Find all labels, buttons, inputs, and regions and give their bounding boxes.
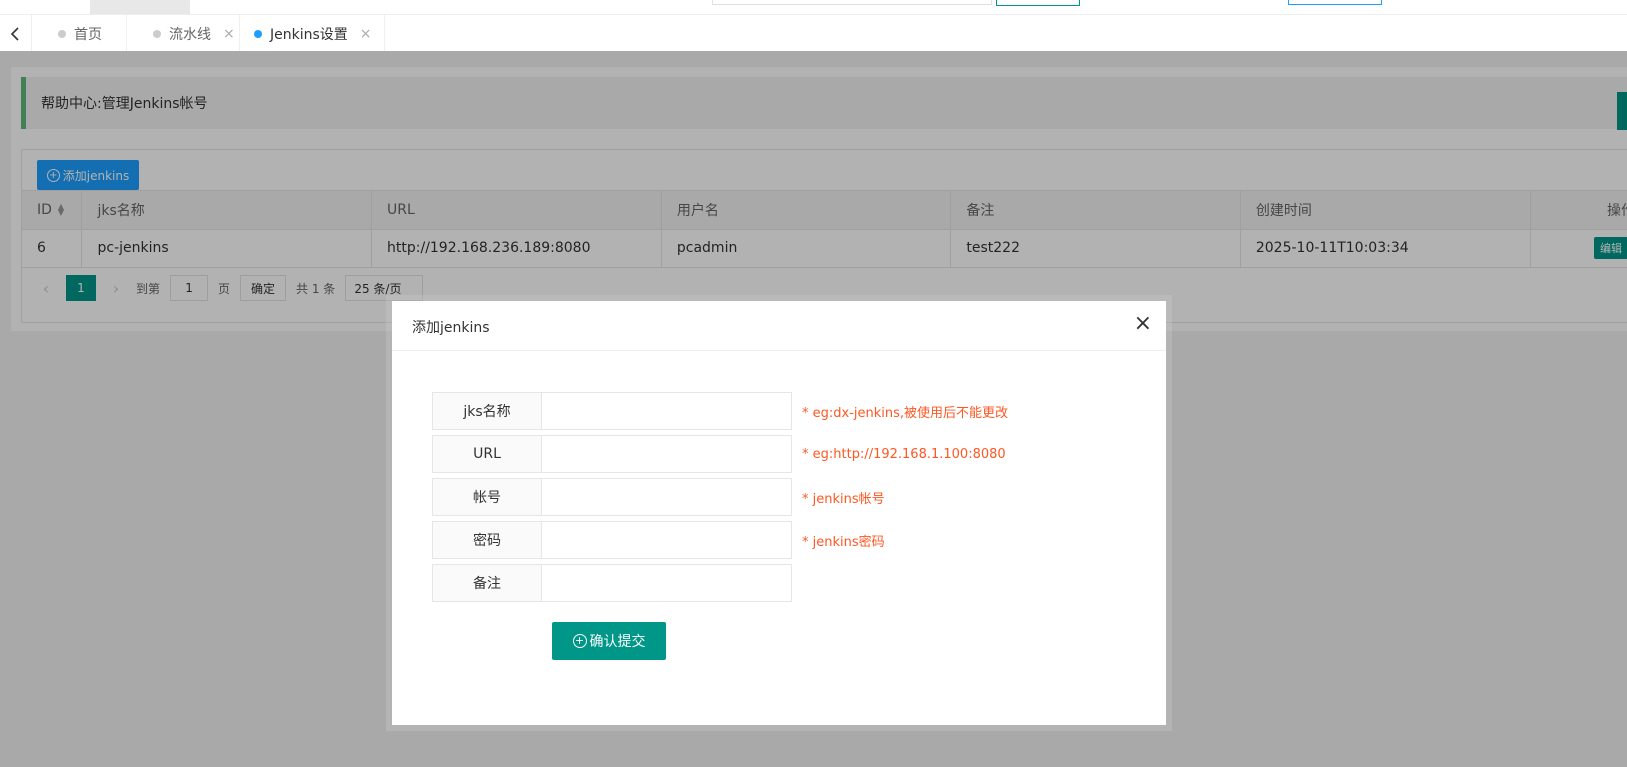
tab-close-icon[interactable]: × — [360, 26, 372, 42]
dialog-title: 添加jenkins — [412, 320, 490, 336]
field-label: 备注 — [432, 564, 542, 602]
remark-input[interactable] — [542, 564, 792, 602]
url-input[interactable] — [542, 435, 792, 473]
add-jenkins-dialog: 添加jenkins × jks名称 * eg:dx-jenkins,被使用后不能… — [392, 301, 1166, 725]
jenkins-form: jks名称 * eg:dx-jenkins,被使用后不能更改 URL * eg:… — [432, 392, 1008, 607]
password-input[interactable] — [542, 521, 792, 559]
submit-label: 确认提交 — [589, 634, 646, 650]
close-icon[interactable]: × — [1134, 313, 1152, 335]
top-header — [0, 0, 1627, 14]
field-label: jks名称 — [432, 392, 542, 430]
field-label: 帐号 — [432, 478, 542, 516]
jks-name-input[interactable] — [542, 392, 792, 430]
tabs-bar: 首页 流水线 × Jenkins设置 × — [0, 14, 1627, 52]
tab-label: 流水线 — [169, 26, 211, 43]
tab-pipeline[interactable]: 流水线 × — [127, 15, 240, 52]
field-hint: * eg:http://192.168.1.100:8080 — [802, 446, 1006, 462]
header-button-primary[interactable] — [996, 0, 1080, 6]
field-label: 密码 — [432, 521, 542, 559]
tab-dot — [58, 29, 66, 38]
tab-dot — [153, 29, 161, 38]
tab-dot — [254, 29, 262, 38]
dialog-header: 添加jenkins × — [392, 301, 1166, 351]
field-hint: * jenkins帐号 — [802, 491, 885, 507]
header-tab[interactable] — [90, 0, 190, 14]
plus-circle-icon: + — [572, 634, 587, 648]
tab-label: Jenkins设置 — [270, 26, 348, 43]
form-row-remark: 备注 — [432, 564, 1008, 602]
field-hint: * eg:dx-jenkins,被使用后不能更改 — [802, 405, 1009, 421]
submit-button[interactable]: + 确认提交 — [552, 622, 666, 660]
tab-home[interactable]: 首页 — [32, 15, 127, 52]
tab-jenkins-settings[interactable]: Jenkins设置 × — [240, 15, 385, 52]
field-label: URL — [432, 435, 542, 473]
tab-label: 首页 — [74, 26, 102, 43]
header-button-secondary[interactable] — [1288, 0, 1382, 5]
form-row-account: 帐号 * jenkins帐号 — [432, 478, 1008, 516]
form-row-url: URL * eg:http://192.168.1.100:8080 — [432, 435, 1008, 473]
header-search-input[interactable] — [712, 0, 992, 5]
form-row-name: jks名称 * eg:dx-jenkins,被使用后不能更改 — [432, 392, 1008, 430]
account-input[interactable] — [542, 478, 792, 516]
field-hint: * jenkins密码 — [802, 534, 885, 550]
tabs-back-button[interactable] — [0, 15, 32, 52]
form-row-password: 密码 * jenkins密码 — [432, 521, 1008, 559]
chevron-left-icon — [10, 26, 19, 41]
tab-close-icon[interactable]: × — [223, 26, 235, 42]
